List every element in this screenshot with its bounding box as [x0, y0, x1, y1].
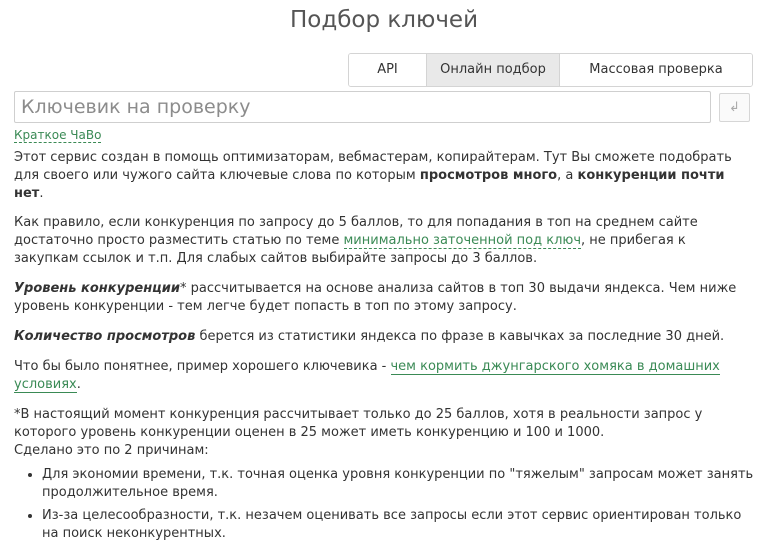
- tab-bulk-check[interactable]: Массовая проверка: [559, 54, 752, 86]
- rule-paragraph: Как правило, если конкуренция по запросу…: [14, 215, 698, 266]
- mode-tabs: API Онлайн подбор Массовая проверка: [348, 53, 753, 87]
- tab-online-selection[interactable]: Онлайн подбор: [426, 54, 559, 86]
- keyword-input[interactable]: [14, 91, 711, 123]
- competition-paragraph: Уровень конкуренции* рассчитывается на о…: [14, 281, 737, 314]
- page-title: Подбор ключей: [289, 7, 479, 33]
- min-optimized-link[interactable]: минимально заточенной под ключ: [343, 233, 582, 249]
- note-paragraph: *В настоящий момент конкуренция рассчиты…: [14, 407, 703, 458]
- intro-paragraph: Этот сервис создан в помощь оптимизатора…: [14, 150, 732, 201]
- faq-link[interactable]: Краткое ЧаВо: [14, 128, 102, 143]
- reasons-list: Для экономии времени, т.к. точная оценка…: [14, 466, 754, 543]
- list-item: Для экономии времени, т.к. точная оценка…: [42, 466, 754, 502]
- list-item: Из-за целесообразности, т.к. незачем оце…: [42, 507, 754, 543]
- example-paragraph: Что бы было понятнее, пример хорошего кл…: [14, 359, 720, 393]
- description: Краткое ЧаВо Этот сервис создан в помощь…: [14, 128, 754, 548]
- views-paragraph: Количество просмотров берется из статист…: [14, 329, 725, 344]
- enter-icon: ↲: [729, 100, 740, 115]
- tab-api[interactable]: API: [349, 54, 426, 86]
- submit-button[interactable]: ↲: [719, 93, 750, 122]
